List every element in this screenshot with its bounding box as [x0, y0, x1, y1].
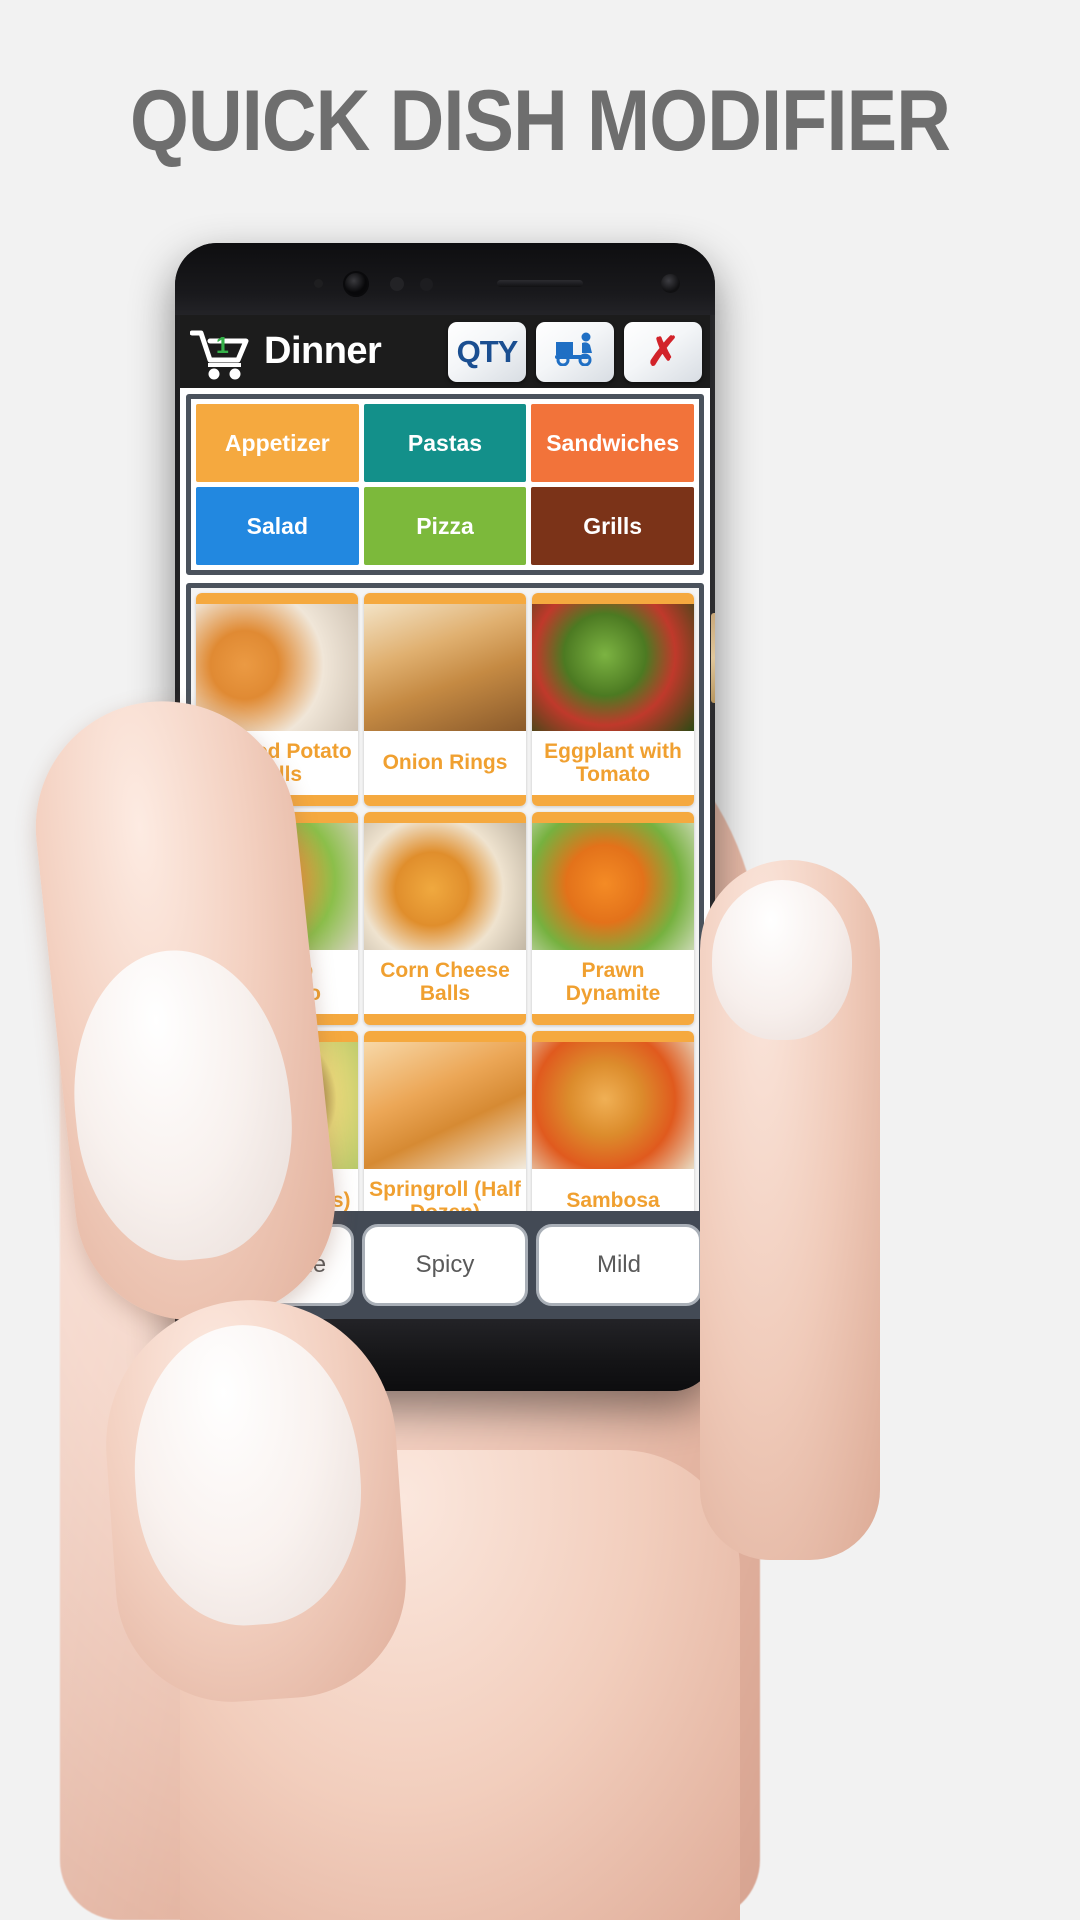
category-button-pizza[interactable]: Pizza: [363, 487, 527, 565]
dish-image: [364, 1042, 526, 1169]
page-headline: QUICK DISH MODIFIER: [130, 73, 951, 169]
dish-card[interactable]: Onion Rings: [364, 593, 526, 806]
category-button-appetizer[interactable]: Appetizer: [196, 404, 359, 482]
dish-image: [532, 604, 694, 731]
light-sensor-icon: [420, 278, 433, 291]
category-button-pastas[interactable]: Pastas: [363, 404, 527, 482]
close-icon: ✗: [646, 329, 680, 374]
phone-side-button[interactable]: [711, 613, 715, 703]
category-label: Salad: [246, 512, 309, 539]
iris-scanner-icon: [661, 274, 680, 293]
category-label: Grills: [583, 512, 643, 539]
dish-image: [364, 823, 526, 950]
dish-image: [532, 1042, 694, 1169]
front-camera-icon: [343, 271, 369, 297]
proximity-sensor-icon: [390, 277, 404, 291]
category-button-salad[interactable]: Salad: [196, 487, 359, 565]
cart-badge-count: 1: [216, 331, 229, 358]
dish-image: [364, 604, 526, 731]
qty-button-label: QTY: [456, 333, 519, 369]
modifier-button-mild[interactable]: Mild: [536, 1224, 702, 1306]
category-label: Sandwiches: [546, 429, 680, 456]
category-button-grills[interactable]: Grills: [531, 487, 694, 565]
card-bottom-bar: [364, 1014, 526, 1025]
card-top-bar: [196, 593, 358, 604]
dish-image: [196, 604, 358, 731]
modifier-label: Spicy: [415, 1251, 475, 1278]
card-bottom-bar: [532, 795, 694, 806]
dish-label: Onion Rings: [364, 731, 526, 795]
category-panel: Appetizer Pastas Sandwiches Salad Pizza …: [186, 394, 704, 575]
card-top-bar: [532, 593, 694, 604]
phone-top-bezel: [175, 243, 715, 315]
dish-image: [532, 823, 694, 950]
card-bottom-bar: [532, 1014, 694, 1025]
card-bottom-bar: [364, 795, 526, 806]
right-fingernail: [712, 880, 852, 1040]
dish-label: Prawn Dynamite: [532, 950, 694, 1014]
card-top-bar: [532, 1031, 694, 1042]
dish-card[interactable]: Prawn Dynamite: [532, 812, 694, 1025]
app-titlebar: 1 Dinner QTY ✗: [180, 315, 710, 388]
dish-label: Corn Cheese Balls: [364, 950, 526, 1014]
sensor-dot-icon: [314, 279, 323, 288]
category-grid: Appetizer Pastas Sandwiches Salad Pizza …: [196, 404, 694, 565]
modifier-label: Mild: [596, 1251, 641, 1278]
modifier-button-spicy[interactable]: Spicy: [362, 1224, 528, 1306]
card-top-bar: [364, 812, 526, 823]
category-button-sandwiches[interactable]: Sandwiches: [531, 404, 694, 482]
category-label: Pizza: [416, 512, 474, 539]
close-button[interactable]: ✗: [624, 321, 702, 382]
app-title: Dinner: [264, 330, 382, 372]
dish-label: Eggplant with Tomato: [532, 731, 694, 795]
shopping-cart-icon[interactable]: 1: [190, 324, 252, 380]
card-top-bar: [364, 1031, 526, 1042]
delivery-button[interactable]: [536, 321, 614, 382]
earpiece-speaker-icon: [497, 280, 583, 287]
delivery-scooter-icon: [552, 332, 598, 371]
qty-button[interactable]: QTY: [448, 321, 526, 382]
category-label: Pastas: [407, 429, 483, 456]
dish-card[interactable]: Eggplant with Tomato: [532, 593, 694, 806]
card-top-bar: [532, 812, 694, 823]
card-top-bar: [364, 593, 526, 604]
dish-card[interactable]: Corn Cheese Balls: [364, 812, 526, 1025]
category-label: Appetizer: [224, 429, 330, 456]
